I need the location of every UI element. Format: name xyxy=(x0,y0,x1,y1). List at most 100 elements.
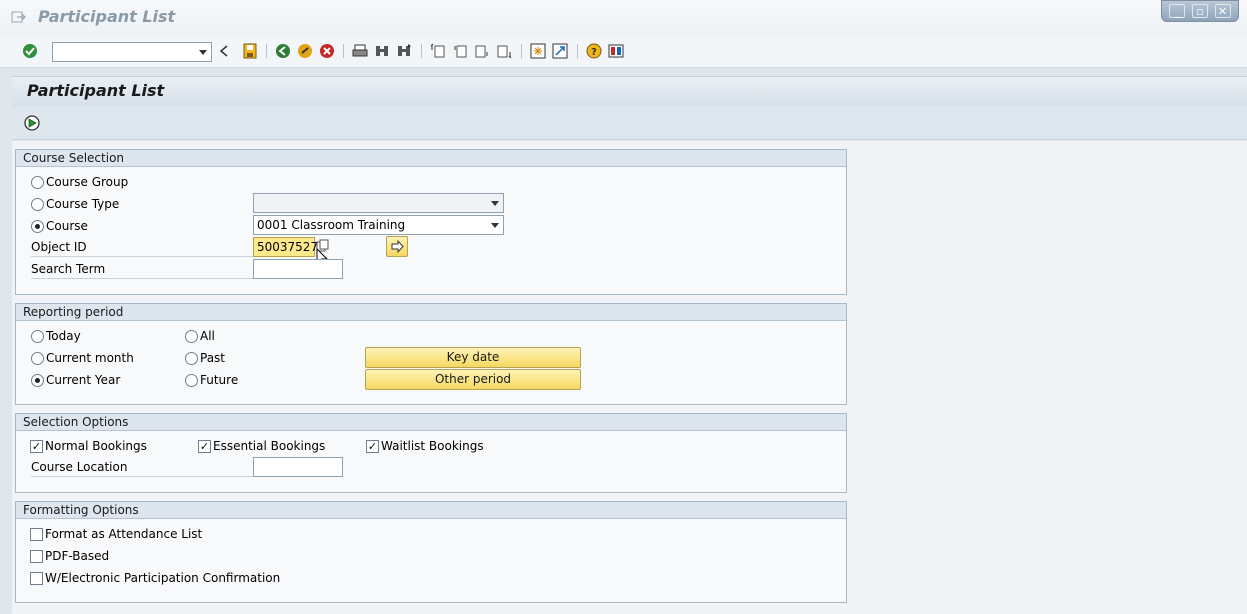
save-icon[interactable] xyxy=(241,42,259,60)
normal-bookings-checkbox[interactable]: ✓ Normal Bookings xyxy=(30,436,147,456)
pdf-based-checkbox[interactable]: PDF-Based xyxy=(30,546,109,566)
radio-button[interactable] xyxy=(185,351,198,365)
next-page-icon[interactable] xyxy=(473,42,491,60)
first-page-icon[interactable] xyxy=(429,42,447,60)
course-dropdown[interactable]: 0001 Classroom Training xyxy=(253,215,504,235)
group-title: Course Selection xyxy=(16,150,846,167)
search-term-label: Search Term xyxy=(31,259,253,279)
key-date-button[interactable]: Key date xyxy=(365,347,581,368)
radio-label: Course Group xyxy=(46,175,129,189)
enter-icon[interactable] xyxy=(21,42,39,60)
radio-label: Current month xyxy=(46,351,134,365)
checkbox-label: Waitlist Bookings xyxy=(381,439,484,453)
course-type-radio[interactable]: Course Type xyxy=(31,194,119,214)
search-term-field[interactable] xyxy=(253,259,343,279)
create-shortcut-icon[interactable] xyxy=(551,42,569,60)
field-label: Course Location xyxy=(31,460,128,474)
chevron-down-icon[interactable] xyxy=(491,201,499,206)
future-radio[interactable]: Future xyxy=(185,370,238,390)
checkbox-label: Format as Attendance List xyxy=(45,527,203,541)
back-nav-icon[interactable] xyxy=(274,42,292,60)
find-next-icon[interactable] xyxy=(395,42,413,60)
exit-icon[interactable] xyxy=(296,42,314,60)
checkbox-label: W/Electronic Participation Confirmation xyxy=(45,571,281,585)
group-title: Reporting period xyxy=(16,304,846,321)
group-title: Selection Options xyxy=(16,414,846,431)
course-radio[interactable]: Course xyxy=(31,216,88,236)
checkbox-checked[interactable]: ✓ xyxy=(366,439,379,453)
course-location-label: Course Location xyxy=(31,457,253,477)
window-titlebar: Participant List _ ▫ ✕ xyxy=(0,0,1247,36)
radio-label: Course xyxy=(46,219,88,233)
customize-layout-icon[interactable] xyxy=(607,42,625,60)
print-icon[interactable] xyxy=(351,42,369,60)
cancel-icon[interactable] xyxy=(318,42,336,60)
other-period-button[interactable]: Other period xyxy=(365,369,581,390)
dropdown-value: 0001 Classroom Training xyxy=(257,218,406,232)
last-page-icon[interactable] xyxy=(495,42,513,60)
group-title: Formatting Options xyxy=(16,502,846,519)
course-group-radio[interactable]: Course Group xyxy=(31,172,128,192)
radio-label: Past xyxy=(200,351,226,365)
radio-button[interactable] xyxy=(31,175,44,189)
course-type-dropdown[interactable] xyxy=(253,193,504,213)
svg-text:?: ? xyxy=(591,47,597,58)
standard-toolbar: ? xyxy=(0,36,1247,68)
page-title: Participant List xyxy=(27,81,165,100)
radio-button[interactable] xyxy=(31,329,44,343)
multiple-selection-button[interactable] xyxy=(386,236,408,257)
previous-page-icon[interactable] xyxy=(451,42,469,60)
checkbox-label: PDF-Based xyxy=(45,549,110,563)
essential-bookings-checkbox[interactable]: ✓ Essential Bookings xyxy=(198,436,325,456)
radio-button[interactable] xyxy=(185,373,198,387)
current-year-radio[interactable]: Current Year xyxy=(31,370,120,390)
past-radio[interactable]: Past xyxy=(185,348,225,368)
minimize-icon[interactable]: _ xyxy=(1169,4,1186,18)
course-location-field[interactable] xyxy=(253,457,343,477)
checkbox-label: Normal Bookings xyxy=(45,439,147,453)
radio-button-selected[interactable] xyxy=(31,373,44,387)
page-header: Participant List xyxy=(12,76,1247,106)
today-radio[interactable]: Today xyxy=(31,326,81,346)
radio-label: All xyxy=(200,329,215,343)
radio-label: Future xyxy=(200,373,239,387)
radio-button[interactable] xyxy=(31,197,44,211)
object-id-label: Object ID xyxy=(31,237,253,257)
maximize-icon[interactable]: ▫ xyxy=(1191,4,1208,18)
radio-label: Current Year xyxy=(46,373,121,387)
arrow-right-icon xyxy=(391,239,404,254)
radio-button[interactable] xyxy=(31,351,44,365)
checkbox-checked[interactable]: ✓ xyxy=(198,439,211,453)
help-icon[interactable]: ? xyxy=(585,42,603,60)
attendance-list-checkbox[interactable]: Format as Attendance List xyxy=(30,524,202,544)
command-field[interactable] xyxy=(52,42,212,62)
menu-icon[interactable] xyxy=(11,10,27,24)
window-title: Participant List xyxy=(38,7,176,26)
checkbox-label: Essential Bookings xyxy=(213,439,326,453)
all-radio[interactable]: All xyxy=(185,326,215,346)
close-icon[interactable]: ✕ xyxy=(1214,4,1231,18)
application-toolbar xyxy=(12,106,1247,140)
back-icon[interactable] xyxy=(215,42,233,60)
window-controls: _ ▫ ✕ xyxy=(1161,0,1239,22)
find-icon[interactable] xyxy=(373,42,391,60)
checkbox[interactable] xyxy=(30,549,43,563)
waitlist-bookings-checkbox[interactable]: ✓ Waitlist Bookings xyxy=(366,436,484,456)
execute-icon[interactable] xyxy=(23,114,41,132)
checkbox[interactable] xyxy=(30,527,43,541)
field-label: Search Term xyxy=(31,262,106,276)
radio-label: Course Type xyxy=(46,197,120,211)
checkbox-checked[interactable]: ✓ xyxy=(30,439,43,453)
field-value: 50037527 xyxy=(257,240,319,254)
object-id-field[interactable]: 50037527 xyxy=(253,237,319,257)
radio-button[interactable] xyxy=(185,329,198,343)
chevron-down-icon[interactable] xyxy=(199,50,207,55)
radio-button-selected[interactable] xyxy=(31,219,44,233)
electronic-confirmation-checkbox[interactable]: W/Electronic Participation Confirmation xyxy=(30,568,280,588)
radio-label: Today xyxy=(46,329,81,343)
checkbox[interactable] xyxy=(30,571,43,585)
current-month-radio[interactable]: Current month xyxy=(31,348,134,368)
create-session-icon[interactable] xyxy=(529,42,547,60)
chevron-down-icon[interactable] xyxy=(491,223,499,228)
field-label: Object ID xyxy=(31,240,87,254)
